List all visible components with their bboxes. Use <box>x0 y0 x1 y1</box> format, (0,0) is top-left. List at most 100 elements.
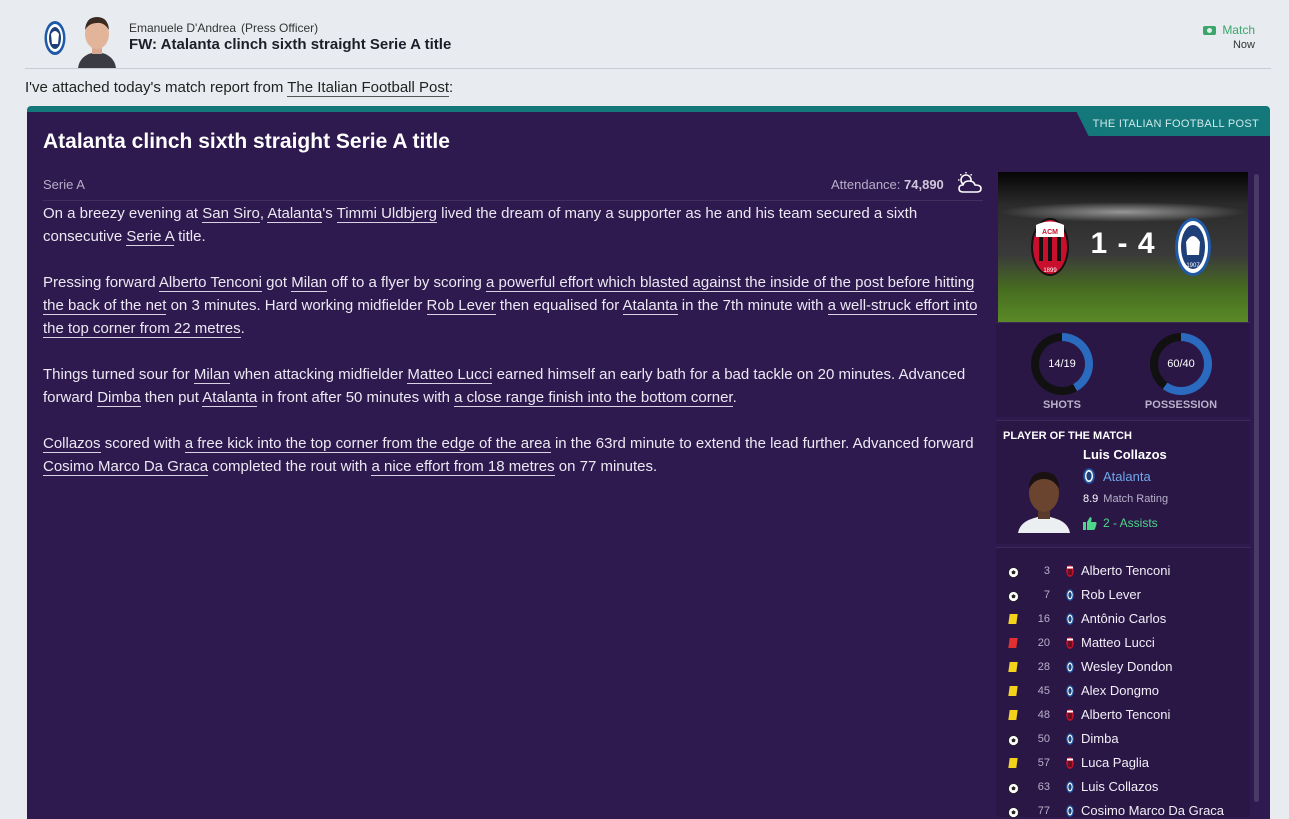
yellow-card-icon <box>1008 686 1018 696</box>
event-player-name[interactable]: Wesley Dondon <box>1081 659 1173 674</box>
atalanta-badge-icon <box>1066 661 1074 673</box>
scoreboard[interactable]: ACM 1899 1 - 4 1907 <box>998 172 1248 322</box>
yellow-card-icon <box>1008 710 1018 720</box>
link-player[interactable]: Dimba <box>97 389 141 407</box>
match-events-list: 3 Alberto Tenconi 7 Rob Lever 16 Antônio Carl… <box>996 547 1250 819</box>
link-club[interactable]: Atalanta <box>622 297 678 315</box>
event-minute: 48 <box>1037 709 1050 721</box>
svg-text:1899: 1899 <box>1043 268 1057 274</box>
atalanta-badge-icon <box>1066 589 1074 601</box>
ball-icon <box>1008 782 1019 794</box>
intro-suffix: : <box>449 79 454 96</box>
atalanta-badge-icon <box>1066 685 1074 697</box>
link-goal-highlight[interactable]: a well-struck effort into the top corner… <box>43 297 978 338</box>
event-row[interactable]: 45 Alex Dongmo <box>996 680 1250 704</box>
message-subject: FW: Atalanta clinch sixth straight Serie… <box>129 36 452 53</box>
shots-label: SHOTS <box>1043 399 1081 411</box>
link-goal-highlight[interactable]: a nice effort from 18 metres <box>371 458 555 476</box>
event-minute: 45 <box>1037 685 1050 697</box>
link-player[interactable]: Collazos <box>43 435 101 453</box>
atalanta-badge-icon <box>1066 805 1074 817</box>
event-player-name[interactable]: Dimba <box>1081 731 1119 746</box>
sender-avatar[interactable] <box>74 12 120 68</box>
milan-badge-icon <box>1066 637 1074 649</box>
match-tag-icon <box>1203 25 1217 35</box>
paragraph-3: Things turned sour for Milan when attack… <box>43 366 966 407</box>
red-card-icon <box>1008 638 1018 648</box>
event-player-name[interactable]: Luca Paglia <box>1081 755 1149 770</box>
link-manager[interactable]: Timmi Uldbjerg <box>336 205 437 223</box>
ball-icon <box>1008 566 1019 578</box>
event-player-name[interactable]: Alberto Tenconi <box>1081 563 1170 578</box>
event-row[interactable]: 7 Rob Lever <box>996 584 1250 608</box>
milan-badge-icon <box>1066 709 1074 721</box>
match-tag-label: Match <box>1222 23 1255 37</box>
article-body: On a breezy evening at San Siro, Atalant… <box>43 202 988 501</box>
event-minute: 28 <box>1037 661 1050 673</box>
scrollbar[interactable] <box>1254 174 1259 802</box>
event-player-name[interactable]: Antônio Carlos <box>1081 611 1166 626</box>
message-header: Emanuele D'Andrea (Press Officer) FW: Ata… <box>25 0 1271 69</box>
atalanta-badge-icon[interactable]: 1907 <box>1174 217 1212 277</box>
link-club[interactable]: Milan <box>291 274 328 292</box>
event-player-name[interactable]: Alberto Tenconi <box>1081 707 1170 722</box>
attendance-value: 74,890 <box>904 177 944 192</box>
potm-rating-label: Match Rating <box>1103 493 1169 505</box>
shots-ring[interactable]: 14/19 <box>1031 333 1093 395</box>
atalanta-badge-icon <box>1066 781 1074 793</box>
event-row[interactable]: 3 Alberto Tenconi <box>996 560 1250 584</box>
event-row[interactable]: 16 Antônio Carlos <box>996 608 1250 632</box>
link-player[interactable]: Matteo Lucci <box>407 366 493 384</box>
ball-icon <box>1008 734 1019 746</box>
event-row[interactable]: 48 Alberto Tenconi <box>996 704 1250 728</box>
link-player[interactable]: Rob Lever <box>426 297 496 315</box>
message-time: Now <box>1232 39 1255 51</box>
event-row[interactable]: 28 Wesley Dondon <box>996 656 1250 680</box>
event-minute: 57 <box>1037 757 1050 769</box>
link-goal-highlight[interactable]: a close range finish into the bottom cor… <box>454 389 733 407</box>
event-player-name[interactable]: Cosimo Marco Da Graca <box>1081 803 1224 818</box>
event-row[interactable]: 50 Dimba <box>996 728 1250 752</box>
event-player-name[interactable]: Alex Dongmo <box>1081 683 1159 698</box>
event-row[interactable]: 57 Luca Paglia <box>996 752 1250 776</box>
event-minute: 3 <box>1043 565 1050 577</box>
link-player[interactable]: Cosimo Marco Da Graca <box>43 458 209 476</box>
possession-ring[interactable]: 60/40 <box>1150 333 1212 395</box>
newspaper-tab: THE ITALIAN FOOTBALL POST <box>1076 112 1270 136</box>
event-player-name[interactable]: Matteo Lucci <box>1081 635 1155 650</box>
event-row[interactable]: 20 Matteo Lucci <box>996 632 1250 656</box>
event-player-name[interactable]: Luis Collazos <box>1081 779 1158 794</box>
event-player-name[interactable]: Rob Lever <box>1081 587 1141 602</box>
link-club[interactable]: Atalanta <box>267 205 323 223</box>
paragraph-1: On a breezy evening at San Siro, Atalant… <box>43 205 918 246</box>
partly-cloudy-icon <box>958 172 982 193</box>
match-report-panel: THE ITALIAN FOOTBALL POST Atalanta clinc… <box>27 106 1270 819</box>
event-minute: 50 <box>1037 733 1050 745</box>
atalanta-badge-icon <box>1066 613 1074 625</box>
potm-name[interactable]: Luis Collazos <box>1083 447 1167 462</box>
svg-text:1907: 1907 <box>1186 263 1200 269</box>
potm-avatar[interactable] <box>1016 461 1072 533</box>
potm-club[interactable]: Atalanta <box>1083 468 1151 484</box>
intro-text: I've attached today's match report from … <box>25 79 454 97</box>
competition-label[interactable]: Serie A <box>43 177 85 192</box>
newspaper-link[interactable]: The Italian Football Post <box>287 79 450 97</box>
link-competition[interactable]: Serie A <box>126 228 174 246</box>
event-row[interactable]: 63 Luis Collazos <box>996 776 1250 800</box>
link-stadium[interactable]: San Siro <box>202 205 260 223</box>
link-club[interactable]: Atalanta <box>202 389 258 407</box>
paragraph-4: Collazos scored with a free kick into th… <box>43 435 974 476</box>
article-headline: Atalanta clinch sixth straight Serie A t… <box>43 130 450 153</box>
sender-role: (Press Officer) <box>241 21 319 35</box>
link-player[interactable]: Alberto Tenconi <box>158 274 263 292</box>
link-club[interactable]: Milan <box>193 366 230 384</box>
attendance-label: Attendance: <box>831 177 901 192</box>
shots-value: 14/19 <box>1039 341 1085 387</box>
link-goal-highlight[interactable]: a free kick into the top corner from the… <box>184 435 551 453</box>
sender-name[interactable]: Emanuele D'Andrea (Press Officer) <box>129 21 318 35</box>
yellow-card-icon <box>1008 662 1018 672</box>
match-tag[interactable]: Match <box>1203 23 1255 37</box>
ball-icon <box>1008 590 1019 602</box>
event-row[interactable]: 77 Cosimo Marco Da Graca <box>996 800 1250 819</box>
sender-name-text[interactable]: Emanuele D'Andrea <box>129 21 236 35</box>
